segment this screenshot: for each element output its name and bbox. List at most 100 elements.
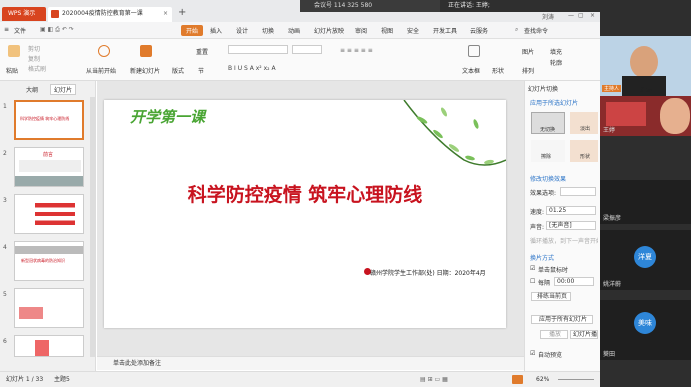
slideshow-button[interactable]: 幻灯片播放	[570, 330, 598, 339]
every-checkbox-icon[interactable]: ☐	[530, 278, 535, 285]
transition-erase[interactable]: 擦除	[531, 140, 565, 162]
tab-security[interactable]: 安全	[407, 26, 419, 35]
fill-button[interactable]: 填充	[550, 47, 562, 56]
font-name-field[interactable]	[228, 45, 288, 54]
format-buttons[interactable]: B I U S A x² x₂ A	[228, 65, 276, 72]
layout-button[interactable]: 版式	[172, 66, 184, 75]
every-input[interactable]: 00:00	[554, 277, 594, 286]
participant-name: 姚洋蔚	[603, 281, 622, 288]
slide-footer: 赣州学院学生工作部(处) 日期：2020年4月	[370, 270, 486, 277]
play-icon[interactable]	[98, 45, 110, 57]
arrange-button[interactable]: 排列	[522, 66, 534, 75]
slide-thumbnail[interactable]	[14, 194, 84, 234]
thumb-skyline	[15, 176, 83, 186]
maximize-icon[interactable]: ▢	[578, 12, 584, 19]
sound-select[interactable]: [无声音]	[546, 221, 596, 230]
textbox-button[interactable]: 文本框	[462, 66, 480, 75]
slide-number: 1	[3, 103, 7, 110]
participant-name: 梁振彦	[603, 215, 622, 222]
command-search[interactable]: 查找命令	[524, 26, 548, 35]
video-tile[interactable]: 王婷	[600, 96, 691, 136]
tab-outline[interactable]: 大纲	[26, 85, 38, 94]
advance-label: 换片方式	[530, 255, 555, 262]
effect-option-select[interactable]	[560, 187, 596, 196]
play-button[interactable]: 播放	[540, 330, 568, 339]
slide-number: 2	[3, 150, 7, 157]
zoom-slider[interactable]	[558, 379, 594, 380]
tab-slideshow[interactable]: 幻灯片放映	[314, 26, 344, 35]
tab-slides[interactable]: 幻灯片	[50, 84, 77, 95]
host-badge: 主持人	[602, 85, 622, 92]
tab-insert[interactable]: 插入	[210, 26, 222, 35]
transition-shape[interactable]: 形状	[570, 140, 598, 162]
current-slide[interactable]	[104, 100, 506, 328]
video-tile[interactable]: 美味 葵田	[600, 300, 691, 360]
tab-design[interactable]: 设计	[236, 26, 248, 35]
notes-field[interactable]: 单击此处添加备注	[97, 356, 524, 370]
section-button[interactable]: 节	[198, 66, 204, 75]
video-tile[interactable]: 洋夏 姚洋蔚	[600, 230, 691, 290]
search-icon[interactable]: ⌕	[515, 26, 518, 34]
font-size-field[interactable]	[292, 45, 322, 54]
menu-file[interactable]: 文件	[14, 26, 26, 35]
slide-count: 幻灯片 1 / 33	[6, 376, 44, 383]
wps-home-tab[interactable]: WPS 演示	[2, 7, 46, 21]
speed-input[interactable]: 01.25	[546, 206, 596, 215]
tab-animation[interactable]: 动画	[288, 26, 300, 35]
cut-button[interactable]: 剪切	[28, 44, 40, 53]
close-icon[interactable]: ×	[163, 7, 168, 21]
thumbnail-scrollbar[interactable]	[90, 97, 95, 357]
transition-fade[interactable]: 淡出	[570, 112, 598, 134]
apply-all-button[interactable]: 应用于所有幻灯片	[531, 315, 593, 324]
view-mode-icons[interactable]: ▤ ⊞ ▭ ▦	[420, 372, 448, 387]
auto-preview-checkbox-icon[interactable]: ☑	[530, 350, 535, 357]
new-slide-icon[interactable]	[140, 45, 152, 57]
participant-name: 王婷	[603, 127, 616, 134]
quick-access-icons[interactable]: ▣ ◧ ⎙ ↶ ↷	[40, 26, 74, 34]
picture-button[interactable]: 图片	[522, 47, 534, 56]
tab-transition[interactable]: 切换	[262, 26, 274, 35]
loop-checkbox[interactable]: 循环播放，到下一声音开始时	[530, 236, 598, 245]
format-painter-button[interactable]: 格式刷	[28, 64, 46, 73]
video-tile-host[interactable]: 主持人 刘涛	[600, 36, 691, 96]
slide-thumbnail[interactable]: 前言	[14, 147, 84, 187]
new-tab-button[interactable]: +	[178, 7, 186, 18]
document-tab[interactable]: 2020004疫情防控教育第一课 ×	[48, 7, 172, 22]
tab-view[interactable]: 视图	[381, 26, 393, 35]
tab-developer[interactable]: 开发工具	[433, 26, 457, 35]
paste-label[interactable]: 粘贴	[6, 66, 18, 75]
reset-button[interactable]: 重置	[196, 47, 208, 56]
textbox-icon[interactable]	[468, 45, 480, 57]
video-tile[interactable]: 梁振彦	[600, 180, 691, 224]
status-bar: 幻灯片 1 / 33 主题5 ▤ ⊞ ▭ ▦ 62%	[0, 371, 600, 387]
new-slide-button[interactable]: 新建幻灯片	[130, 66, 160, 75]
tab-cloud[interactable]: 云服务	[470, 26, 488, 35]
presentation-icon	[51, 10, 59, 18]
minimize-icon[interactable]: —	[568, 12, 574, 19]
transition-pane-header: 幻灯片切换	[528, 86, 559, 93]
tab-review[interactable]: 审阅	[355, 26, 367, 35]
paragraph-buttons[interactable]: ≡ ≡ ≡ ≡ ≡	[340, 47, 373, 54]
zoom-level[interactable]: 62%	[536, 372, 549, 387]
slideshow-play-icon[interactable]	[512, 375, 523, 384]
menu-bar: ≡ 文件 ▣ ◧ ⎙ ↶ ↷ 开始 插入 设计 切换 动画 幻灯片放映 审阅 视…	[0, 22, 600, 39]
from-current-button[interactable]: 从当前开始	[86, 66, 116, 75]
outline-button[interactable]: 轮廓	[550, 58, 562, 67]
slide-thumbnail[interactable]	[14, 288, 84, 328]
thumb-title: 科学防控疫情 筑牢心理防线	[20, 116, 70, 121]
transition-none[interactable]: 无切换	[531, 112, 565, 134]
slide-thumbnail[interactable]: 新型冠状病毒的防治知识	[14, 241, 84, 281]
paste-icon[interactable]	[8, 45, 20, 57]
copy-button[interactable]: 复制	[28, 54, 40, 63]
shape-button[interactable]: 形状	[492, 66, 504, 75]
slide-number: 6	[3, 338, 7, 345]
slide-thumbnail[interactable]: 科学防控疫情 筑牢心理防线	[14, 100, 84, 140]
slide-thumbnail[interactable]	[14, 335, 84, 357]
rehearse-button[interactable]: 排练当前页	[531, 292, 571, 301]
user-name[interactable]: 刘涛	[542, 12, 554, 21]
hamburger-icon[interactable]: ≡	[4, 26, 9, 33]
avatar: 美味	[634, 312, 656, 334]
on-click-checkbox-icon[interactable]: ☑	[530, 265, 535, 272]
close-window-icon[interactable]: ×	[590, 12, 595, 19]
tab-start[interactable]: 开始	[181, 25, 204, 36]
